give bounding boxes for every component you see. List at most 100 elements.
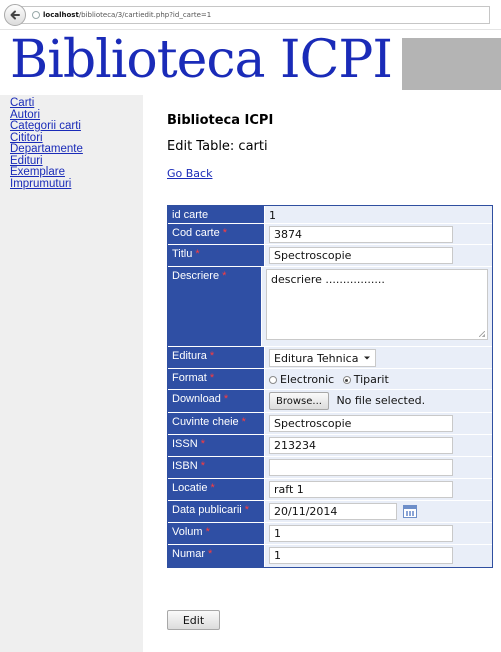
sidebar-nav: Carti Autori Categorii carti Cititori De… [0, 95, 143, 190]
browser-address-bar: localhost/biblioteca/3/cartiedit.php?id_… [0, 0, 501, 30]
editura-select[interactable]: Editura Tehnica [269, 349, 377, 367]
sidebar-item-categorii-carti[interactable]: Categorii carti [0, 120, 143, 133]
value-data-publicarii-cell: 20/11/2014 [265, 501, 492, 522]
locatie-input[interactable]: raft 1 [269, 481, 453, 498]
page-heading: Biblioteca ICPI [167, 113, 274, 128]
required-marker: * [210, 482, 215, 494]
label-cuvinte-cheie: Cuvinte cheie * [168, 413, 265, 434]
required-marker: * [209, 372, 215, 384]
issn-input[interactable]: 213234 [269, 437, 453, 454]
required-marker: * [222, 270, 227, 282]
form-row-format: Format * Electronic Tiparit [168, 369, 492, 390]
form-row-titlu: Titlu * Spectroscopie [168, 245, 492, 267]
label-cod-carte-text: Cod carte [172, 227, 220, 239]
banner-gray-block [402, 38, 501, 90]
back-arrow-icon [10, 10, 20, 20]
go-back-link[interactable]: Go Back [167, 167, 212, 180]
label-descriere: Descriere * [168, 267, 262, 346]
form-row-data-publicarii: Data publicarii * 20/11/2014 [168, 501, 492, 523]
required-marker: * [200, 438, 205, 450]
required-marker: * [222, 227, 227, 239]
numar-input[interactable]: 1 [269, 547, 453, 564]
url-field[interactable]: localhost/biblioteca/3/cartiedit.php?id_… [20, 6, 490, 24]
form-row-locatie: Locatie * raft 1 [168, 479, 492, 501]
form-row-isbn: ISBN * [168, 457, 492, 479]
label-data-publicarii-text: Data publicarii [172, 504, 242, 516]
sidebar-item-exemplare[interactable]: Exemplare [0, 166, 143, 179]
radio-electronic[interactable] [269, 376, 277, 384]
label-editura: Editura * [168, 347, 265, 368]
globe-icon [32, 11, 40, 19]
label-issn-text: ISSN [172, 438, 198, 450]
form-row-editura: Editura * Editura Tehnica [168, 347, 492, 369]
sidebar-item-departamente[interactable]: Departamente [0, 143, 143, 156]
required-marker: * [241, 416, 246, 428]
form-row-descriere: Descriere * descriere ................. [168, 267, 492, 347]
page-subheading: Edit Table: carti [167, 139, 268, 154]
value-download-cell: Browse... No file selected. [265, 390, 492, 412]
radio-tiparit-label[interactable]: Tiparit [354, 373, 389, 386]
titlu-input[interactable]: Spectroscopie [269, 247, 453, 264]
calendar-icon[interactable] [403, 505, 417, 518]
isbn-input[interactable] [269, 459, 453, 476]
label-cod-carte: Cod carte * [168, 224, 265, 244]
back-button[interactable] [4, 4, 26, 26]
value-cod-carte-cell: 3874 [265, 224, 492, 244]
label-id-carte-text: id carte [172, 209, 209, 221]
value-isbn-cell [265, 457, 492, 478]
sidebar-item-carti[interactable]: Carti [0, 97, 143, 110]
required-marker: * [200, 460, 205, 472]
required-marker: * [205, 526, 210, 538]
required-marker: * [223, 393, 229, 405]
value-volum-cell: 1 [265, 523, 492, 544]
sidebar: Carti Autori Categorii carti Cititori De… [0, 95, 143, 652]
label-volum-text: Volum [172, 526, 203, 538]
value-cuvinte-cheie-cell: Spectroscopie [265, 413, 492, 434]
label-locatie: Locatie * [168, 479, 265, 500]
label-titlu: Titlu * [168, 245, 265, 266]
radio-electronic-label[interactable]: Electronic [280, 373, 334, 386]
label-locatie-text: Locatie [172, 482, 208, 494]
editura-selected: Editura Tehnica [274, 351, 359, 365]
label-titlu-text: Titlu [172, 248, 193, 260]
label-volum: Volum * [168, 523, 265, 544]
banner: Biblioteca ICPI [10, 30, 501, 90]
label-download: Download * [168, 390, 265, 412]
form-row-volum: Volum * 1 [168, 523, 492, 545]
sidebar-item-imprumuturi[interactable]: Imprumuturi [0, 178, 143, 191]
label-numar-text: Numar [172, 548, 206, 560]
descriere-text: descriere ................. [271, 273, 385, 286]
value-locatie-cell: raft 1 [265, 479, 492, 500]
label-id-carte: id carte [168, 206, 265, 223]
value-editura-cell: Editura Tehnica [265, 347, 492, 368]
label-data-publicarii: Data publicarii * [168, 501, 265, 522]
label-format-text: Format [172, 372, 207, 384]
required-marker: * [244, 504, 249, 516]
label-cuvinte-cheie-text: Cuvinte cheie [172, 416, 239, 428]
form-row-download: Download * Browse... No file selected. [168, 390, 492, 413]
label-issn: ISSN * [168, 435, 265, 456]
edit-button[interactable]: Edit [167, 610, 220, 630]
label-isbn: ISBN * [168, 457, 265, 478]
label-descriere-text: Descriere [172, 270, 220, 282]
browse-button[interactable]: Browse... [269, 392, 329, 410]
cuvinte-cheie-input[interactable]: Spectroscopie [269, 415, 453, 432]
resize-grip-icon[interactable] [479, 331, 485, 337]
form-row-numar: Numar * 1 [168, 545, 492, 567]
url-host: localhost [43, 11, 79, 19]
radio-tiparit[interactable] [342, 376, 351, 384]
banner-title: Biblioteca ICPI [10, 30, 393, 90]
dropdown-arrow-icon [364, 356, 371, 360]
data-publicarii-input[interactable]: 20/11/2014 [269, 503, 397, 520]
edit-form: id carte 1 Cod carte * 3874 Titlu * Spectr… [167, 205, 493, 568]
label-editura-text: Editura [172, 350, 207, 362]
cod-carte-input[interactable]: 3874 [269, 226, 453, 243]
form-row-issn: ISSN * 213234 [168, 435, 492, 457]
descriere-textarea[interactable]: descriere ................. [266, 269, 488, 340]
label-format: Format * [168, 369, 265, 389]
required-marker: * [208, 548, 213, 560]
volum-input[interactable]: 1 [269, 525, 453, 542]
value-numar-cell: 1 [265, 545, 492, 567]
required-marker: * [195, 248, 200, 260]
value-format-cell: Electronic Tiparit [265, 369, 492, 389]
